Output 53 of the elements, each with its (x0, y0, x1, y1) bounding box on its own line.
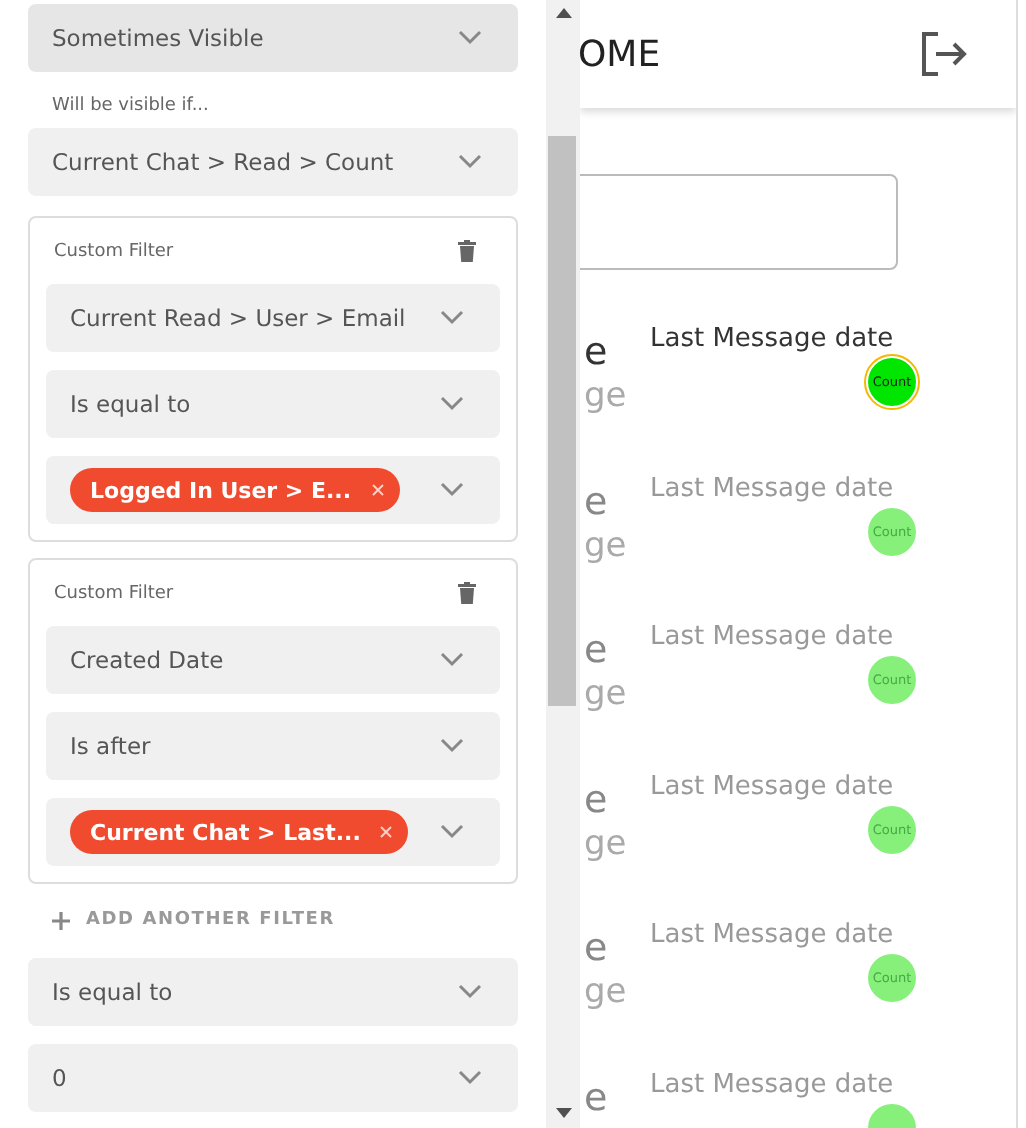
name-text: e (584, 330, 608, 374)
date-text: Last Message date (650, 771, 896, 801)
logout-icon[interactable] (920, 32, 968, 76)
chevron-down-icon (458, 154, 482, 170)
date-text: Last Message date (650, 920, 896, 950)
subtitle-text: ge (584, 674, 627, 714)
condition-label: Will be visible if... (50, 94, 211, 120)
search-field[interactable] (580, 174, 898, 270)
chevron-down-icon (458, 30, 482, 46)
dropdown[interactable]: Created Date (46, 626, 500, 694)
subtitle-text: ge (584, 525, 627, 565)
subtitle-text: ge (584, 972, 627, 1012)
dropdown[interactable]: Is equal to (28, 958, 518, 1026)
value-dropdown[interactable]: Current Chat > Last... (46, 798, 500, 866)
subtitle-text: ge (584, 376, 627, 416)
scrollbar-thumb[interactable] (548, 136, 576, 706)
chevron-down-icon (458, 1070, 482, 1086)
chevron-down-icon (440, 482, 464, 498)
dropdown[interactable]: Current Chat > Read > Count (28, 128, 518, 196)
dropdown[interactable]: 0 (28, 1044, 518, 1112)
value-chip[interactable]: Logged In User > E... (70, 468, 400, 512)
name-text: e (584, 926, 608, 970)
value-dropdown[interactable]: Logged In User > E... (46, 456, 500, 524)
chevron-down-icon (440, 310, 464, 326)
filter-title: Custom Filter (54, 241, 174, 261)
filter-title: Custom Filter (54, 583, 174, 603)
name-text: e (584, 479, 608, 523)
scroll-up-icon[interactable] (555, 8, 571, 18)
value-chip[interactable]: Current Chat > Last... (70, 810, 409, 854)
name-text: e (584, 1075, 608, 1119)
date-text: Last Message date (650, 324, 896, 354)
dropdown[interactable]: Is equal to (46, 370, 500, 438)
name-text: e (584, 628, 608, 672)
date-text: Last Message date (650, 473, 896, 503)
dropdown[interactable]: Sometimes Visible (28, 4, 518, 72)
date-text: Last Message date (650, 1069, 896, 1099)
chevron-down-icon (440, 824, 464, 840)
name-text: e (584, 777, 608, 821)
remove-icon[interactable] (380, 826, 393, 838)
chevron-down-icon (458, 984, 482, 1000)
trash-icon[interactable] (458, 240, 476, 262)
remove-icon[interactable] (371, 484, 384, 496)
dropdown[interactable]: Current Read > User > Email (46, 284, 500, 352)
chevron-down-icon (440, 738, 464, 754)
dropdown[interactable]: Is after (46, 712, 500, 780)
trash-icon[interactable] (458, 582, 476, 604)
date-text: Last Message date (650, 622, 896, 652)
chevron-down-icon (440, 396, 464, 412)
plus-icon (52, 911, 70, 929)
scroll-down-icon[interactable] (555, 1108, 571, 1118)
header-title: OME (580, 33, 661, 75)
chevron-down-icon (440, 652, 464, 668)
subtitle-text: ge (584, 823, 627, 863)
